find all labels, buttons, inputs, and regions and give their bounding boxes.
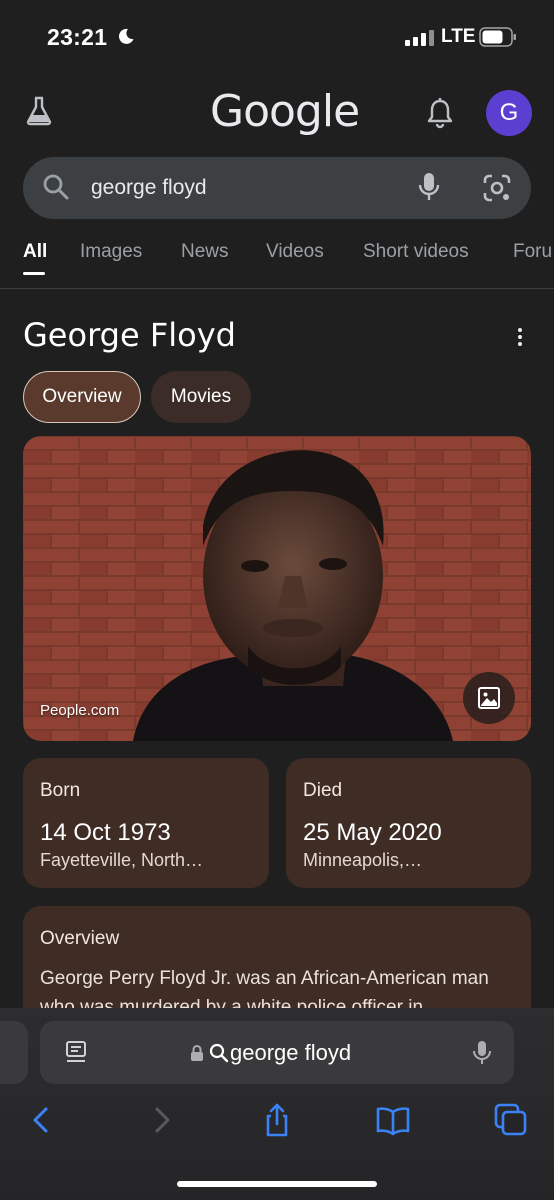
chip-movies[interactable]: Movies [151, 371, 251, 423]
share-icon[interactable] [260, 1102, 294, 1138]
dictation-mic-icon[interactable] [472, 1039, 492, 1067]
chip-overview[interactable]: Overview [23, 371, 141, 423]
born-label: Born [40, 780, 81, 801]
tab-images[interactable]: Images [80, 241, 142, 263]
born-date: 14 Oct 1973 [40, 819, 171, 846]
signal-icon [405, 30, 434, 46]
flask-icon[interactable] [24, 95, 54, 127]
bookmarks-icon[interactable] [376, 1102, 410, 1138]
tab-all[interactable]: All [23, 241, 47, 263]
born-card[interactable]: Born 14 Oct 1973 Fayetteville, North… [23, 758, 269, 888]
address-bar-text[interactable]: george floyd [230, 1040, 351, 1066]
active-tab-indicator [23, 272, 45, 275]
tab-forums[interactable]: Foru [513, 241, 552, 263]
born-place: Fayetteville, North… [40, 850, 204, 870]
tabs-icon[interactable] [494, 1102, 528, 1138]
photo-credit: People.com [40, 702, 120, 719]
died-card[interactable]: Died 25 May 2020 Minneapolis,… [286, 758, 531, 888]
url-search-icon [209, 1043, 229, 1063]
lens-icon[interactable] [482, 173, 512, 203]
reader-icon[interactable] [64, 1040, 88, 1066]
bell-icon[interactable] [426, 97, 454, 129]
status-time: 23:21 [47, 24, 108, 50]
search-tabs: All Images News Videos Short videos Foru [0, 241, 554, 289]
forward-icon[interactable] [144, 1102, 178, 1138]
died-date: 25 May 2020 [303, 819, 442, 846]
mic-icon[interactable] [417, 171, 441, 203]
google-logo: Google [210, 86, 360, 137]
search-icon [43, 174, 69, 200]
overview-title: Overview [40, 928, 120, 949]
account-avatar[interactable]: G [486, 90, 532, 136]
portrait-image [23, 436, 531, 741]
status-bar: 23:21 LTE [0, 0, 554, 66]
lock-icon [191, 1045, 203, 1061]
tab-short-videos[interactable]: Short videos [363, 241, 469, 263]
knowledge-panel-title: George Floyd [23, 316, 236, 354]
person-photo[interactable] [23, 436, 531, 741]
tab-videos[interactable]: Videos [266, 241, 324, 263]
back-icon[interactable] [25, 1102, 59, 1138]
tab-news[interactable]: News [181, 241, 229, 263]
previous-tab-preview[interactable] [0, 1021, 28, 1084]
home-indicator[interactable] [177, 1181, 377, 1187]
image-icon [478, 687, 500, 709]
network-type: LTE [441, 26, 476, 47]
moon-icon [118, 28, 134, 44]
more-options-icon[interactable] [514, 326, 526, 348]
battery-icon [479, 27, 516, 47]
search-input[interactable]: george floyd [91, 176, 207, 200]
view-images-button[interactable] [463, 672, 515, 724]
died-label: Died [303, 780, 343, 801]
died-place: Minneapolis,… [303, 850, 423, 870]
